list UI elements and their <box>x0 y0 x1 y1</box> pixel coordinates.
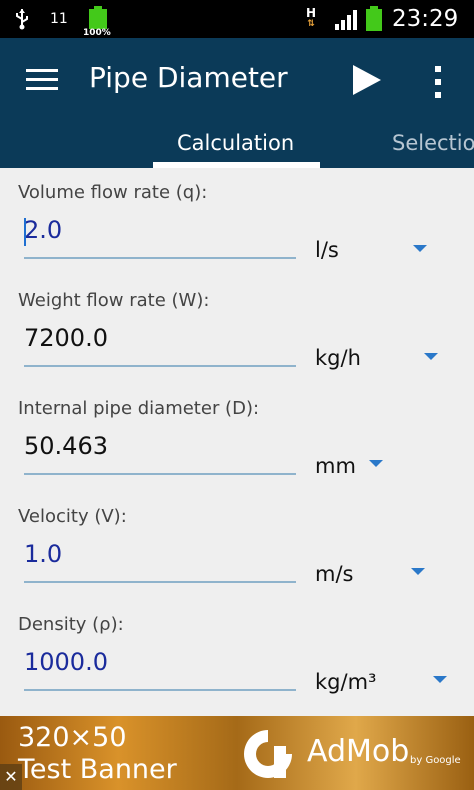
admob-logo-icon <box>240 726 296 786</box>
internal-pipe-diameter-underline <box>24 473 296 475</box>
weight-flow-rate-label: Weight flow rate (W): <box>18 290 210 311</box>
calculation-form: Volume flow rate (q): 2.0 l/s Weight flo… <box>0 168 474 716</box>
density-underline <box>24 689 296 691</box>
internal-pipe-diameter-unit-select[interactable]: mm <box>315 454 356 478</box>
notification-text: 11 <box>50 11 68 27</box>
weight-flow-rate-input[interactable]: 7200.0 <box>24 324 108 352</box>
app-bar: Pipe Diameter <box>0 38 474 122</box>
density-label: Density (ρ): <box>18 614 124 635</box>
clock: 23:29 <box>392 6 459 32</box>
ad-test-banner-text: Test Banner <box>18 754 177 785</box>
usb-icon <box>14 0 30 38</box>
play-icon[interactable] <box>351 64 383 100</box>
internal-pipe-diameter-label: Internal pipe diameter (D): <box>18 398 260 419</box>
dropdown-arrow-icon[interactable] <box>433 676 447 683</box>
close-icon[interactable]: ✕ <box>0 764 22 790</box>
velocity-input[interactable]: 1.0 <box>24 540 62 568</box>
ad-size-text: 320×50 <box>18 722 127 753</box>
dropdown-arrow-icon[interactable] <box>413 245 427 252</box>
signal-strength-icon <box>334 0 360 38</box>
volume-flow-rate-label: Volume flow rate (q): <box>18 182 208 203</box>
density-input[interactable]: 1000.0 <box>24 648 108 676</box>
network-type-label: H <box>306 6 317 20</box>
volume-flow-rate-unit-select[interactable]: l/s <box>315 238 339 262</box>
network-type-icon: H ⇅ <box>306 6 317 29</box>
hamburger-menu-icon[interactable] <box>26 68 58 96</box>
internal-pipe-diameter-input[interactable]: 50.463 <box>24 432 108 460</box>
weight-flow-rate-unit-select[interactable]: kg/h <box>315 346 361 370</box>
tab-selection[interactable]: Selectio <box>392 131 474 155</box>
status-bar: 11 100% H ⇅ 23:29 <box>0 0 474 38</box>
dropdown-arrow-icon[interactable] <box>424 353 438 360</box>
app-title: Pipe Diameter <box>89 61 288 94</box>
ad-banner[interactable]: 320×50 Test Banner ✕ AdMob by Google <box>0 716 474 790</box>
tab-calculation[interactable]: Calculation <box>177 131 294 155</box>
velocity-label: Velocity (V): <box>18 506 127 527</box>
density-unit-select[interactable]: kg/m³ <box>315 670 376 694</box>
velocity-unit-select[interactable]: m/s <box>315 562 353 586</box>
dropdown-arrow-icon[interactable] <box>411 568 425 575</box>
more-vert-icon[interactable] <box>433 66 443 102</box>
dropdown-arrow-icon[interactable] <box>369 460 383 467</box>
volume-flow-rate-input[interactable]: 2.0 <box>24 216 62 244</box>
weight-flow-rate-underline <box>24 365 296 367</box>
admob-by-google-text: by Google <box>410 755 461 766</box>
tab-bar: Calculation Selectio <box>0 122 474 168</box>
admob-brand-text: AdMob <box>307 734 410 769</box>
battery-icon <box>364 0 384 38</box>
velocity-underline <box>24 581 296 583</box>
text-cursor <box>24 218 26 246</box>
volume-flow-rate-underline <box>24 257 296 259</box>
